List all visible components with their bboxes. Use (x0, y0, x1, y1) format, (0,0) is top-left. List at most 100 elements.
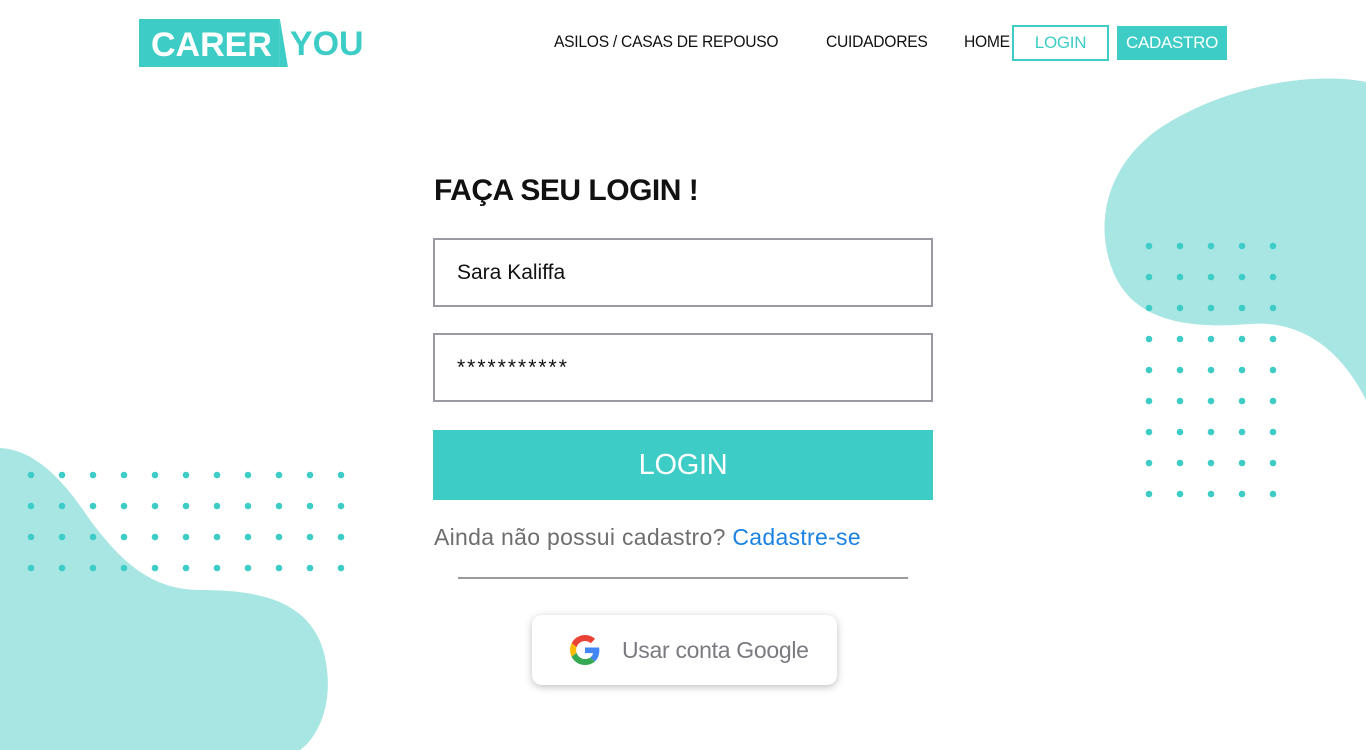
decorative-dot (244, 564, 252, 572)
decorative-dot (1238, 335, 1246, 343)
dot-pattern-right (1145, 242, 1277, 498)
logo-text-carer: CARER (139, 19, 280, 67)
decorative-dot (213, 564, 221, 572)
decorative-dot (1207, 273, 1215, 281)
decorative-dot (244, 471, 252, 479)
decorative-dot (337, 564, 345, 572)
decorative-dot (1269, 459, 1277, 467)
decorative-dot (89, 471, 97, 479)
decorative-dot (89, 533, 97, 541)
decorative-dot (275, 564, 283, 572)
decorative-dot (27, 533, 35, 541)
decorative-dot (1207, 428, 1215, 436)
decorative-dot (1238, 273, 1246, 281)
decorative-dot (120, 564, 128, 572)
decorative-dot (1269, 242, 1277, 250)
decorative-dot (1207, 490, 1215, 498)
decorative-dot (1145, 242, 1153, 250)
decorative-dot (1269, 490, 1277, 498)
decorative-dot (244, 502, 252, 510)
decorative-dot (306, 533, 314, 541)
decorative-dot (1176, 335, 1184, 343)
decorative-dot (1176, 490, 1184, 498)
google-icon (570, 635, 600, 665)
decorative-dot (1269, 273, 1277, 281)
signup-link[interactable]: Cadastre-se (732, 524, 861, 550)
header-signup-button[interactable]: CADASTRO (1117, 26, 1227, 60)
decorative-dot (275, 502, 283, 510)
nav-item-home[interactable]: HOME (964, 32, 1010, 52)
decorative-dot (1145, 428, 1153, 436)
signup-prompt: Ainda não possui cadastro? Cadastre-se (434, 524, 861, 551)
decorative-dot (89, 564, 97, 572)
nav-item-asilos[interactable]: ASILOS / CASAS DE REPOUSO (554, 32, 779, 52)
decorative-dot (1269, 335, 1277, 343)
decorative-dot (182, 502, 190, 510)
decorative-dot (244, 533, 252, 541)
decorative-dot (1238, 304, 1246, 312)
decorative-dot (275, 533, 283, 541)
decorative-dot (337, 533, 345, 541)
decorative-dot (151, 533, 159, 541)
logo-slant (279, 19, 288, 67)
decorative-dot (306, 502, 314, 510)
decorative-dot (275, 471, 283, 479)
login-page: CARER YOU ASILOS / CASAS DE REPOUSO CUID… (0, 0, 1366, 750)
decorative-dot (1145, 490, 1153, 498)
decorative-dot (1207, 242, 1215, 250)
decorative-dot (1145, 366, 1153, 374)
decorative-dot (89, 502, 97, 510)
decorative-dot (1176, 242, 1184, 250)
decorative-dot (1269, 304, 1277, 312)
decorative-dot (213, 471, 221, 479)
decorative-dot (1176, 397, 1184, 405)
decorative-dot (1207, 304, 1215, 312)
decorative-dot (1176, 366, 1184, 374)
decorative-dot (1145, 397, 1153, 405)
nav-item-cuidadores[interactable]: CUIDADORES (826, 32, 928, 52)
decorative-dot (1207, 459, 1215, 467)
decorative-dot (1176, 459, 1184, 467)
divider (458, 577, 908, 579)
decorative-dot (58, 564, 66, 572)
decorative-dot (1238, 428, 1246, 436)
decorative-dot (151, 502, 159, 510)
decorative-dot (1207, 397, 1215, 405)
decorative-dot (1238, 242, 1246, 250)
decorative-dot (337, 502, 345, 510)
password-input[interactable]: *********** (433, 333, 933, 402)
decorative-dot (1269, 397, 1277, 405)
google-login-button[interactable]: Usar conta Google (532, 615, 837, 685)
decorative-dot (1145, 335, 1153, 343)
brand-logo[interactable]: CARER YOU (139, 19, 364, 67)
decorative-dot (1269, 366, 1277, 374)
decorative-dot (1238, 490, 1246, 498)
login-submit-button[interactable]: LOGIN (433, 430, 933, 500)
decorative-dot (120, 502, 128, 510)
username-input[interactable]: Sara Kaliffa (433, 238, 933, 307)
decorative-dot (337, 471, 345, 479)
dot-pattern-left (27, 471, 345, 572)
decorative-dot (58, 533, 66, 541)
decorative-dot (27, 471, 35, 479)
decorative-dot (58, 502, 66, 510)
decorative-dot (1207, 366, 1215, 374)
decorative-dot (1207, 335, 1215, 343)
decorative-dot (182, 471, 190, 479)
decorative-dot (120, 471, 128, 479)
decorative-dot (27, 564, 35, 572)
decorative-dot (58, 471, 66, 479)
decorative-dot (182, 564, 190, 572)
signup-prompt-text: Ainda não possui cadastro? (434, 524, 726, 550)
decorative-dot (1238, 397, 1246, 405)
decorative-dot (1145, 459, 1153, 467)
main-nav: ASILOS / CASAS DE REPOUSO CUIDADORES HOM… (554, 32, 1014, 52)
google-login-label: Usar conta Google (622, 636, 809, 663)
decorative-dot (1269, 428, 1277, 436)
header-login-button[interactable]: LOGIN (1012, 25, 1109, 61)
decorative-dot (306, 564, 314, 572)
decorative-dot (1145, 273, 1153, 281)
decorative-dot (1176, 273, 1184, 281)
decorative-dot (182, 533, 190, 541)
decorative-dot (27, 502, 35, 510)
